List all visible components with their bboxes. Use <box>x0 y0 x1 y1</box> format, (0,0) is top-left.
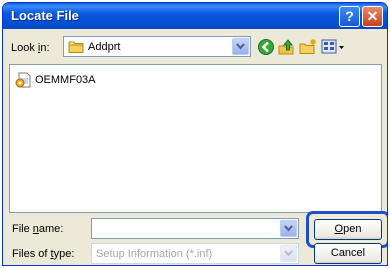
file-name: OEMMF03A <box>35 74 96 86</box>
files-of-type-value: Setup Information (*.inf) <box>96 248 213 260</box>
file-name-combo[interactable] <box>91 218 299 239</box>
file-name-label: File name: <box>12 223 64 235</box>
look-in-label: Look in: <box>11 42 50 54</box>
chevron-down-icon[interactable] <box>280 220 297 237</box>
up-folder-icon[interactable] <box>275 36 297 57</box>
look-in-value: Addprt <box>88 41 121 53</box>
setup-info-file-icon <box>15 72 31 88</box>
locate-file-dialog: Locate File ? ✕ Look in: Addprt OEMMF03A… <box>2 2 388 266</box>
close-icon[interactable]: ✕ <box>362 6 383 27</box>
file-list[interactable]: OEMMF03A <box>9 64 382 213</box>
file-name-input[interactable] <box>94 221 276 236</box>
open-button[interactable]: Open <box>314 219 382 240</box>
back-icon[interactable] <box>255 36 277 57</box>
files-of-type-label: Files of type: <box>12 248 75 260</box>
look-in-combo[interactable]: Addprt <box>63 36 251 57</box>
new-folder-icon[interactable] <box>297 36 319 57</box>
view-menu-icon[interactable] <box>319 36 347 57</box>
chevron-down-icon[interactable] <box>232 38 249 55</box>
files-of-type-select[interactable]: Setup Information (*.inf) <box>91 243 299 264</box>
dialog-title: Locate File <box>11 8 79 23</box>
chevron-down-icon <box>280 245 297 262</box>
help-icon[interactable]: ? <box>339 6 360 27</box>
title-bar[interactable]: Locate File ? ✕ <box>3 3 387 29</box>
folder-icon <box>68 41 84 53</box>
cancel-button[interactable]: Cancel <box>314 243 382 264</box>
